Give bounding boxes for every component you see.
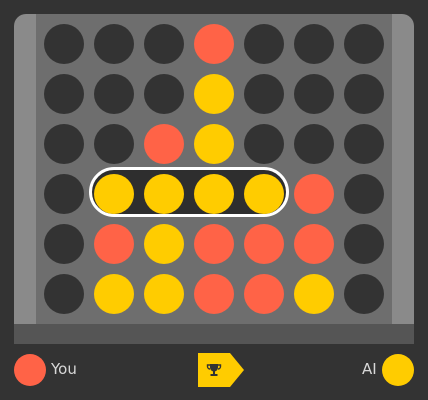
board-cell-r4-c0-empty[interactable] bbox=[44, 224, 84, 264]
player-disc-ai bbox=[382, 354, 414, 386]
board-cell-r1-c0-empty[interactable] bbox=[44, 74, 84, 114]
board-cell-r2-c3-yellow[interactable] bbox=[194, 124, 234, 164]
board-cell-r1-c3-yellow[interactable] bbox=[194, 74, 234, 114]
board-cell-r0-c0-empty[interactable] bbox=[44, 24, 84, 64]
winner-badge bbox=[198, 353, 246, 387]
board-cell-r0-c3-red[interactable] bbox=[194, 24, 234, 64]
board-cell-r3-c3-yellow[interactable] bbox=[194, 174, 234, 214]
board-cell-r2-c0-empty[interactable] bbox=[44, 124, 84, 164]
board-cell-r3-c1-yellow[interactable] bbox=[94, 174, 134, 214]
board-cell-r4-c3-red[interactable] bbox=[194, 224, 234, 264]
board-cell-r3-c6-empty[interactable] bbox=[344, 174, 384, 214]
board-cell-r3-c2-yellow[interactable] bbox=[144, 174, 184, 214]
board-cell-r2-c2-red[interactable] bbox=[144, 124, 184, 164]
board-cell-r4-c6-empty[interactable] bbox=[344, 224, 384, 264]
board-cell-r2-c1-empty[interactable] bbox=[94, 124, 134, 164]
trophy-icon bbox=[206, 364, 222, 376]
game-screen: You AI bbox=[0, 0, 428, 400]
board-cell-r5-c0-empty[interactable] bbox=[44, 274, 84, 314]
board-cell-r5-c5-yellow[interactable] bbox=[294, 274, 334, 314]
board-cell-r0-c6-empty[interactable] bbox=[344, 24, 384, 64]
board-cell-r4-c2-yellow[interactable] bbox=[144, 224, 184, 264]
board-cell-r5-c2-yellow[interactable] bbox=[144, 274, 184, 314]
board-cell-r0-c1-empty[interactable] bbox=[94, 24, 134, 64]
player-label-you: You bbox=[51, 360, 77, 378]
board-cell-r3-c0-empty[interactable] bbox=[44, 174, 84, 214]
board-cell-r4-c1-red[interactable] bbox=[94, 224, 134, 264]
board-cell-r1-c6-empty[interactable] bbox=[344, 74, 384, 114]
board-cell-r3-c4-yellow[interactable] bbox=[244, 174, 284, 214]
board-cell-r4-c5-red[interactable] bbox=[294, 224, 334, 264]
player-label-ai: AI bbox=[362, 360, 377, 378]
board-cell-r5-c3-red[interactable] bbox=[194, 274, 234, 314]
board-cell-r3-c5-red[interactable] bbox=[294, 174, 334, 214]
board-cell-r0-c2-empty[interactable] bbox=[144, 24, 184, 64]
status-bar: You AI bbox=[0, 344, 428, 400]
board-cell-r5-c1-yellow[interactable] bbox=[94, 274, 134, 314]
player-disc-you bbox=[14, 354, 46, 386]
board-cell-r4-c4-red[interactable] bbox=[244, 224, 284, 264]
board-cell-r0-c5-empty[interactable] bbox=[294, 24, 334, 64]
board-cell-r1-c1-empty[interactable] bbox=[94, 74, 134, 114]
board-cell-r5-c4-red[interactable] bbox=[244, 274, 284, 314]
board-cell-r5-c6-empty[interactable] bbox=[344, 274, 384, 314]
board-cell-r2-c6-empty[interactable] bbox=[344, 124, 384, 164]
board-cell-r1-c5-empty[interactable] bbox=[294, 74, 334, 114]
board-cell-r1-c2-empty[interactable] bbox=[144, 74, 184, 114]
board-base bbox=[14, 324, 414, 344]
board-cell-r2-c5-empty[interactable] bbox=[294, 124, 334, 164]
board-cell-r1-c4-empty[interactable] bbox=[244, 74, 284, 114]
board-cell-r0-c4-empty[interactable] bbox=[244, 24, 284, 64]
board-cell-r2-c4-empty[interactable] bbox=[244, 124, 284, 164]
winner-badge-arrow bbox=[230, 353, 244, 387]
